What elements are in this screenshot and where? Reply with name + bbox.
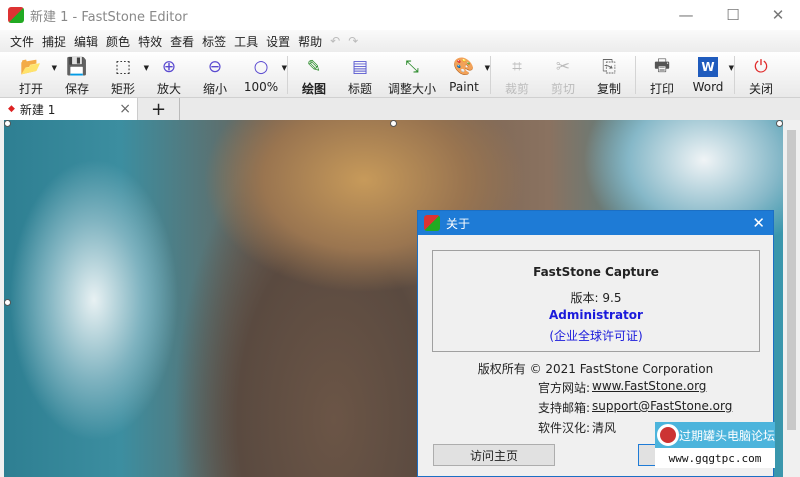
menu-capture[interactable]: 捕捉 [42,33,66,50]
website-row: 官方网站:www.FastStone.org [528,379,706,396]
watermark: 过期罐头电脑论坛 www.gqgtpc.com [655,422,775,470]
app-icon [8,7,24,23]
zoom-out-icon: ⊖ [204,56,226,78]
resize-handle[interactable] [4,120,11,127]
separator [635,56,636,94]
separator [734,56,735,94]
dropdown-arrow-icon[interactable]: ▼ [729,64,734,72]
menu-help[interactable]: 帮助 [298,33,322,50]
resize-button[interactable]: ⤡调整大小 [383,52,441,97]
resize-handle[interactable] [390,120,397,127]
scissors-icon: ✂ [552,56,574,78]
email-link[interactable]: support@FastStone.org [592,399,732,416]
menu-color[interactable]: 颜色 [106,33,130,50]
redo-icon[interactable]: ↷ [348,34,358,48]
menu-tags[interactable]: 标签 [202,33,226,50]
separator [287,56,288,94]
product-name: FastStone Capture [433,265,759,279]
save-icon: 💾 [66,56,88,78]
zoom-100-button[interactable]: ○100%▼ [238,52,284,94]
email-row: 支持邮箱:support@FastStone.org [528,399,732,416]
tab-close-icon[interactable]: × [119,101,131,117]
crop-icon: ⌗ [506,56,528,78]
modified-dot-icon: ◆ [8,104,15,114]
menu-tools[interactable]: 工具 [234,33,258,50]
menu-bar: 文件 捕捉 编辑 颜色 特效 查看 标签 工具 设置 帮助 ↶ ↷ [0,30,800,52]
printer-icon: 🖶 [651,56,673,78]
zoom-in-button[interactable]: ⊕放大 [146,52,192,97]
print-button[interactable]: 🖶打印 [639,52,685,97]
maximize-button[interactable]: ☐ [711,0,755,30]
watermark-logo-icon [657,424,679,446]
palette-icon: 🎨 [453,56,475,78]
resize-handle[interactable] [4,299,11,306]
toolbar: 📂打开▼ 💾保存 ⬚矩形▼ ⊕放大 ⊖缩小 ○100%▼ ✎绘图 ▤标题 ⤡调整… [0,52,800,98]
dialog-close-button[interactable]: ✕ [752,214,765,232]
menu-edit[interactable]: 编辑 [74,33,98,50]
caption-button[interactable]: ▤标题 [337,52,383,97]
caption-icon: ▤ [349,56,371,78]
minimize-button[interactable]: — [664,0,708,30]
word-button[interactable]: WWord▼ [685,52,731,94]
draw-icon: ✎ [303,56,325,78]
licensed-user: Administrator [433,308,759,322]
open-button[interactable]: 📂打开▼ [8,52,54,97]
scrollbar-thumb[interactable] [787,130,796,430]
resize-handle[interactable] [776,120,783,127]
visit-homepage-button[interactable]: 访问主页 [433,444,555,466]
crop-button[interactable]: ⌗裁剪 [494,52,540,97]
dialog-title-bar: 关于✕ [418,211,773,235]
copyright: 版权所有 © 2021 FastStone Corporation [418,360,773,377]
undo-icon[interactable]: ↶ [330,34,340,48]
separator [490,56,491,94]
word-icon: W [698,57,718,77]
rectangle-button[interactable]: ⬚矩形▼ [100,52,146,97]
cut-button[interactable]: ✂剪切 [540,52,586,97]
zoom-out-button[interactable]: ⊖缩小 [192,52,238,97]
close-button[interactable]: ✕ [756,0,800,30]
dropdown-arrow-icon[interactable]: ▼ [485,64,490,72]
zoom-in-icon: ⊕ [158,56,180,78]
tab-bar: ◆新建 1× + [0,98,800,120]
new-tab-button[interactable]: + [138,98,180,120]
menu-view[interactable]: 查看 [170,33,194,50]
copy-icon: ⎘ [598,56,620,78]
version: 版本: 9.5 [433,289,759,306]
dropdown-arrow-icon[interactable]: ▼ [282,64,287,72]
tab-new-1[interactable]: ◆新建 1× [0,98,138,120]
power-icon: ⏻ [750,56,772,78]
rectangle-select-icon: ⬚ [112,56,134,78]
product-info-box: FastStone Capture 版本: 9.5 Administrator … [432,250,760,352]
folder-icon: 📂 [20,56,42,78]
menu-effects[interactable]: 特效 [138,33,162,50]
title-bar: 新建 1 - FastStone Editor — ☐ ✕ [0,0,800,30]
menu-file[interactable]: 文件 [10,33,34,50]
window-title: 新建 1 - FastStone Editor [30,6,188,25]
copy-button[interactable]: ⎘复制 [586,52,632,97]
vertical-scrollbar[interactable] [783,120,800,477]
menu-settings[interactable]: 设置 [266,33,290,50]
magnifier-icon: ○ [250,56,272,78]
close-editor-button[interactable]: ⏻关闭 [738,52,784,97]
website-link[interactable]: www.FastStone.org [592,379,706,396]
license-type: (企业全球许可证) [433,327,759,344]
app-icon [424,215,440,231]
resize-icon: ⤡ [401,56,423,78]
draw-button[interactable]: ✎绘图 [291,52,337,97]
save-button[interactable]: 💾保存 [54,52,100,97]
translator-row: 软件汉化:清风 [528,419,616,436]
paint-button[interactable]: 🎨Paint▼ [441,52,487,94]
